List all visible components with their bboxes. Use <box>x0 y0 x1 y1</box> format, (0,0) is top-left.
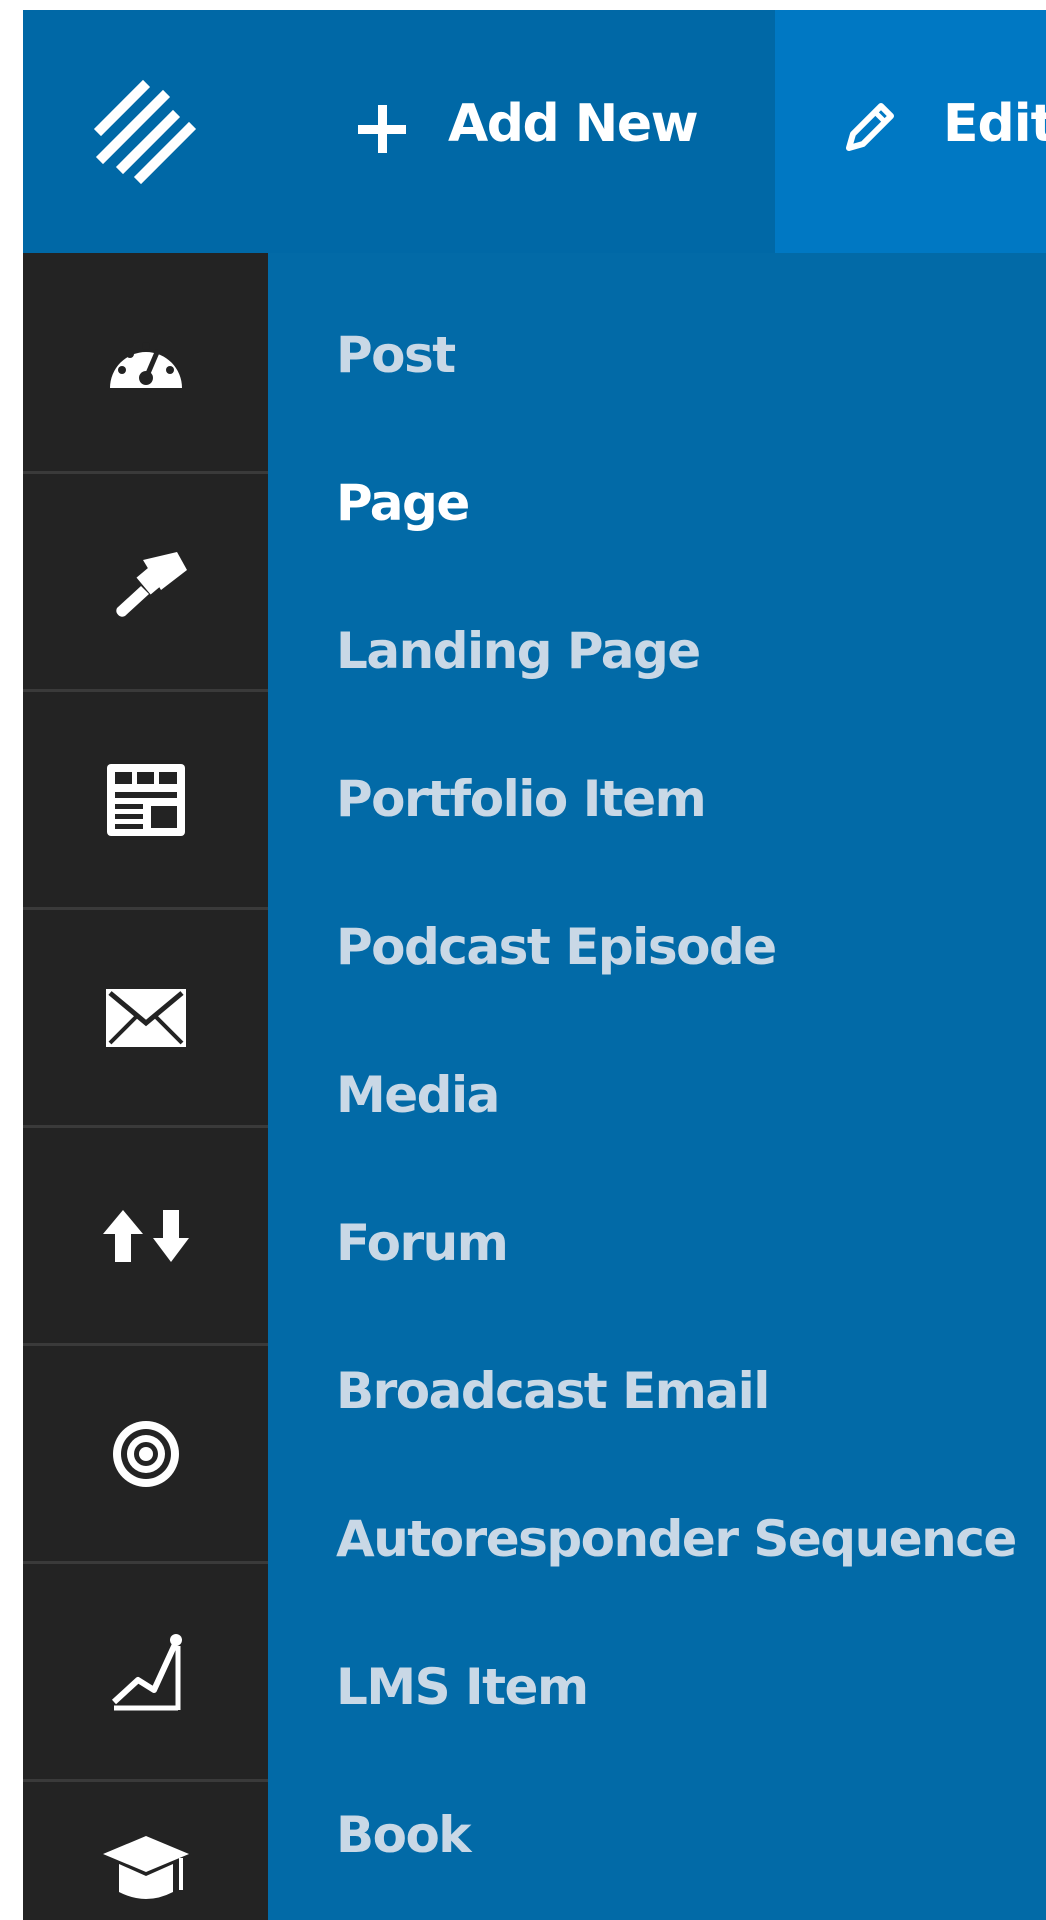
dashboard-gauge-icon <box>109 342 182 388</box>
graduation-cap-icon <box>102 1836 189 1899</box>
submenu-item-portfolio-item[interactable]: Portfolio Item <box>336 769 707 829</box>
submenu-item-podcast-episode[interactable]: Podcast Episode <box>336 917 777 977</box>
submenu-item-forum[interactable]: Forum <box>336 1213 509 1273</box>
envelope-icon <box>105 988 186 1047</box>
sidebar-item-appearance[interactable] <box>23 471 268 689</box>
admin-app: Add New Edit Post Page Landing Page Port… <box>23 10 1046 1920</box>
brand-logo[interactable] <box>23 10 268 253</box>
plus-icon <box>358 105 406 153</box>
sidebar-item-analytics[interactable] <box>23 1561 268 1779</box>
submenu-item-page[interactable]: Page <box>336 473 470 533</box>
sidebar-item-import-export[interactable] <box>23 1125 268 1343</box>
target-icon <box>112 1420 179 1487</box>
submenu-item-post[interactable]: Post <box>336 325 456 385</box>
layout-grid-icon <box>106 763 185 836</box>
submenu-item-book[interactable]: Book <box>336 1805 472 1865</box>
top-toolbar: Add New Edit <box>23 10 1046 253</box>
pencil-icon <box>846 103 894 151</box>
add-new-label: Add New <box>448 94 699 154</box>
icon-sidebar <box>23 253 268 1920</box>
up-down-arrows-icon <box>102 1209 189 1262</box>
add-new-button[interactable]: Add New <box>268 10 775 253</box>
submenu-item-broadcast-email[interactable]: Broadcast Email <box>336 1361 770 1421</box>
chart-line-icon <box>111 1633 182 1710</box>
sidebar-item-goals[interactable] <box>23 1343 268 1561</box>
add-new-submenu: Post Page Landing Page Portfolio Item Po… <box>268 253 1046 1920</box>
edit-button[interactable]: Edit <box>775 10 1046 253</box>
paintbrush-icon <box>115 551 187 617</box>
submenu-item-landing-page[interactable]: Landing Page <box>336 621 701 681</box>
brand-slashes-icon <box>93 79 196 184</box>
submenu-item-autoresponder-sequence[interactable]: Autoresponder Sequence <box>336 1509 1017 1569</box>
submenu-item-lms-item[interactable]: LMS Item <box>336 1657 589 1717</box>
submenu-item-media[interactable]: Media <box>336 1065 500 1125</box>
edit-label: Edit <box>943 94 1046 154</box>
sidebar-item-courses[interactable] <box>23 1779 268 1920</box>
sidebar-item-dashboard[interactable] <box>23 253 268 471</box>
sidebar-item-email[interactable] <box>23 907 268 1125</box>
sidebar-item-layout[interactable] <box>23 689 268 907</box>
